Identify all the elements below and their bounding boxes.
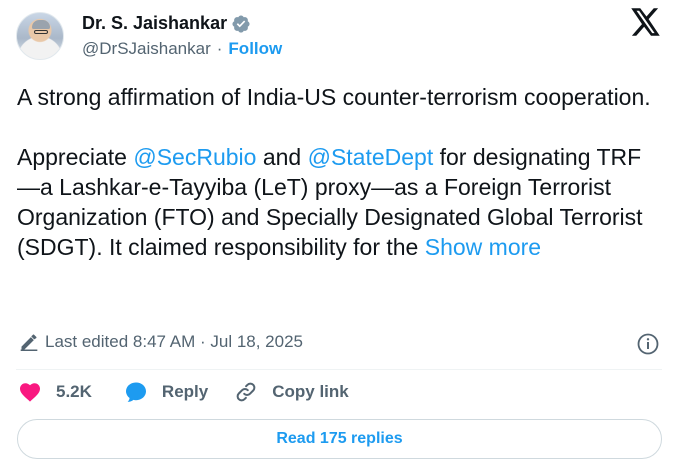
author-handle-row: @DrSJaishankar · Follow [82, 39, 282, 59]
tweet-text-mid: and [256, 144, 308, 170]
separator-dot: · [216, 39, 223, 58]
avatar-hair [32, 20, 50, 29]
copy-link-label: Copy link [272, 382, 349, 401]
show-more-link[interactable]: Show more [425, 234, 541, 260]
copy-link-button[interactable]: Copy link [234, 380, 349, 404]
mention-secrubio[interactable]: @SecRubio [133, 144, 256, 170]
reply-label: Reply [161, 382, 209, 401]
read-replies-button[interactable]: Read 175 replies [17, 419, 662, 459]
verified-badge-icon [232, 14, 250, 33]
mention-statedept[interactable]: @StateDept [308, 144, 434, 170]
action-bar: 5.2K Reply Copy link [18, 380, 349, 404]
link-icon [236, 382, 256, 402]
author-name-row: Dr. S. Jaishankar [82, 13, 251, 34]
likes-count: 5.2K [56, 382, 92, 401]
reply-button[interactable]: Reply [124, 380, 208, 404]
edited-timestamp-row: Last edited 8:47 AM · Jul 18, 2025 [19, 332, 303, 352]
info-icon[interactable] [636, 332, 660, 356]
like-button[interactable]: 5.2K [18, 380, 92, 404]
follow-button[interactable]: Follow [228, 39, 282, 59]
x-logo-icon[interactable] [631, 8, 661, 36]
pencil-icon [20, 334, 38, 351]
author-avatar[interactable] [16, 12, 64, 60]
author-handle[interactable]: @DrSJaishankar [82, 39, 211, 59]
author-name[interactable]: Dr. S. Jaishankar [82, 13, 227, 34]
tweet-text-prefix: Appreciate [17, 144, 134, 170]
avatar-glasses [34, 30, 48, 34]
edited-timestamp[interactable]: Last edited 8:47 AM · Jul 18, 2025 [45, 332, 303, 352]
tweet-paragraph-2: Appreciate @SecRubio and @StateDept for … [17, 142, 662, 262]
tweet-paragraph-1: A strong affirmation of India-US counter… [17, 84, 651, 110]
divider [16, 369, 662, 370]
reply-bubble-icon [125, 382, 146, 402]
tweet-body: A strong affirmation of India-US counter… [17, 82, 662, 262]
heart-icon [20, 383, 40, 402]
